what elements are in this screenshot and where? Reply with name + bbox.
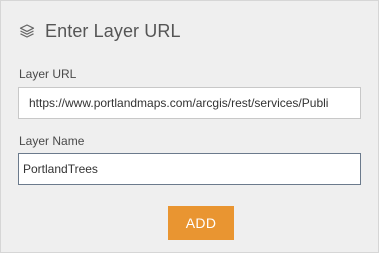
layer-url-input[interactable]	[18, 87, 361, 119]
panel-title: Enter Layer URL	[45, 20, 181, 41]
add-button[interactable]: ADD	[168, 206, 234, 240]
panel-header: Enter Layer URL	[17, 17, 181, 45]
layer-name-input[interactable]	[18, 153, 361, 185]
enter-layer-url-panel: Enter Layer URL Layer URL Layer Name ADD	[0, 0, 379, 253]
layers-icon	[17, 21, 37, 41]
layer-name-label: Layer Name	[19, 134, 85, 148]
layer-url-label: Layer URL	[19, 67, 77, 81]
